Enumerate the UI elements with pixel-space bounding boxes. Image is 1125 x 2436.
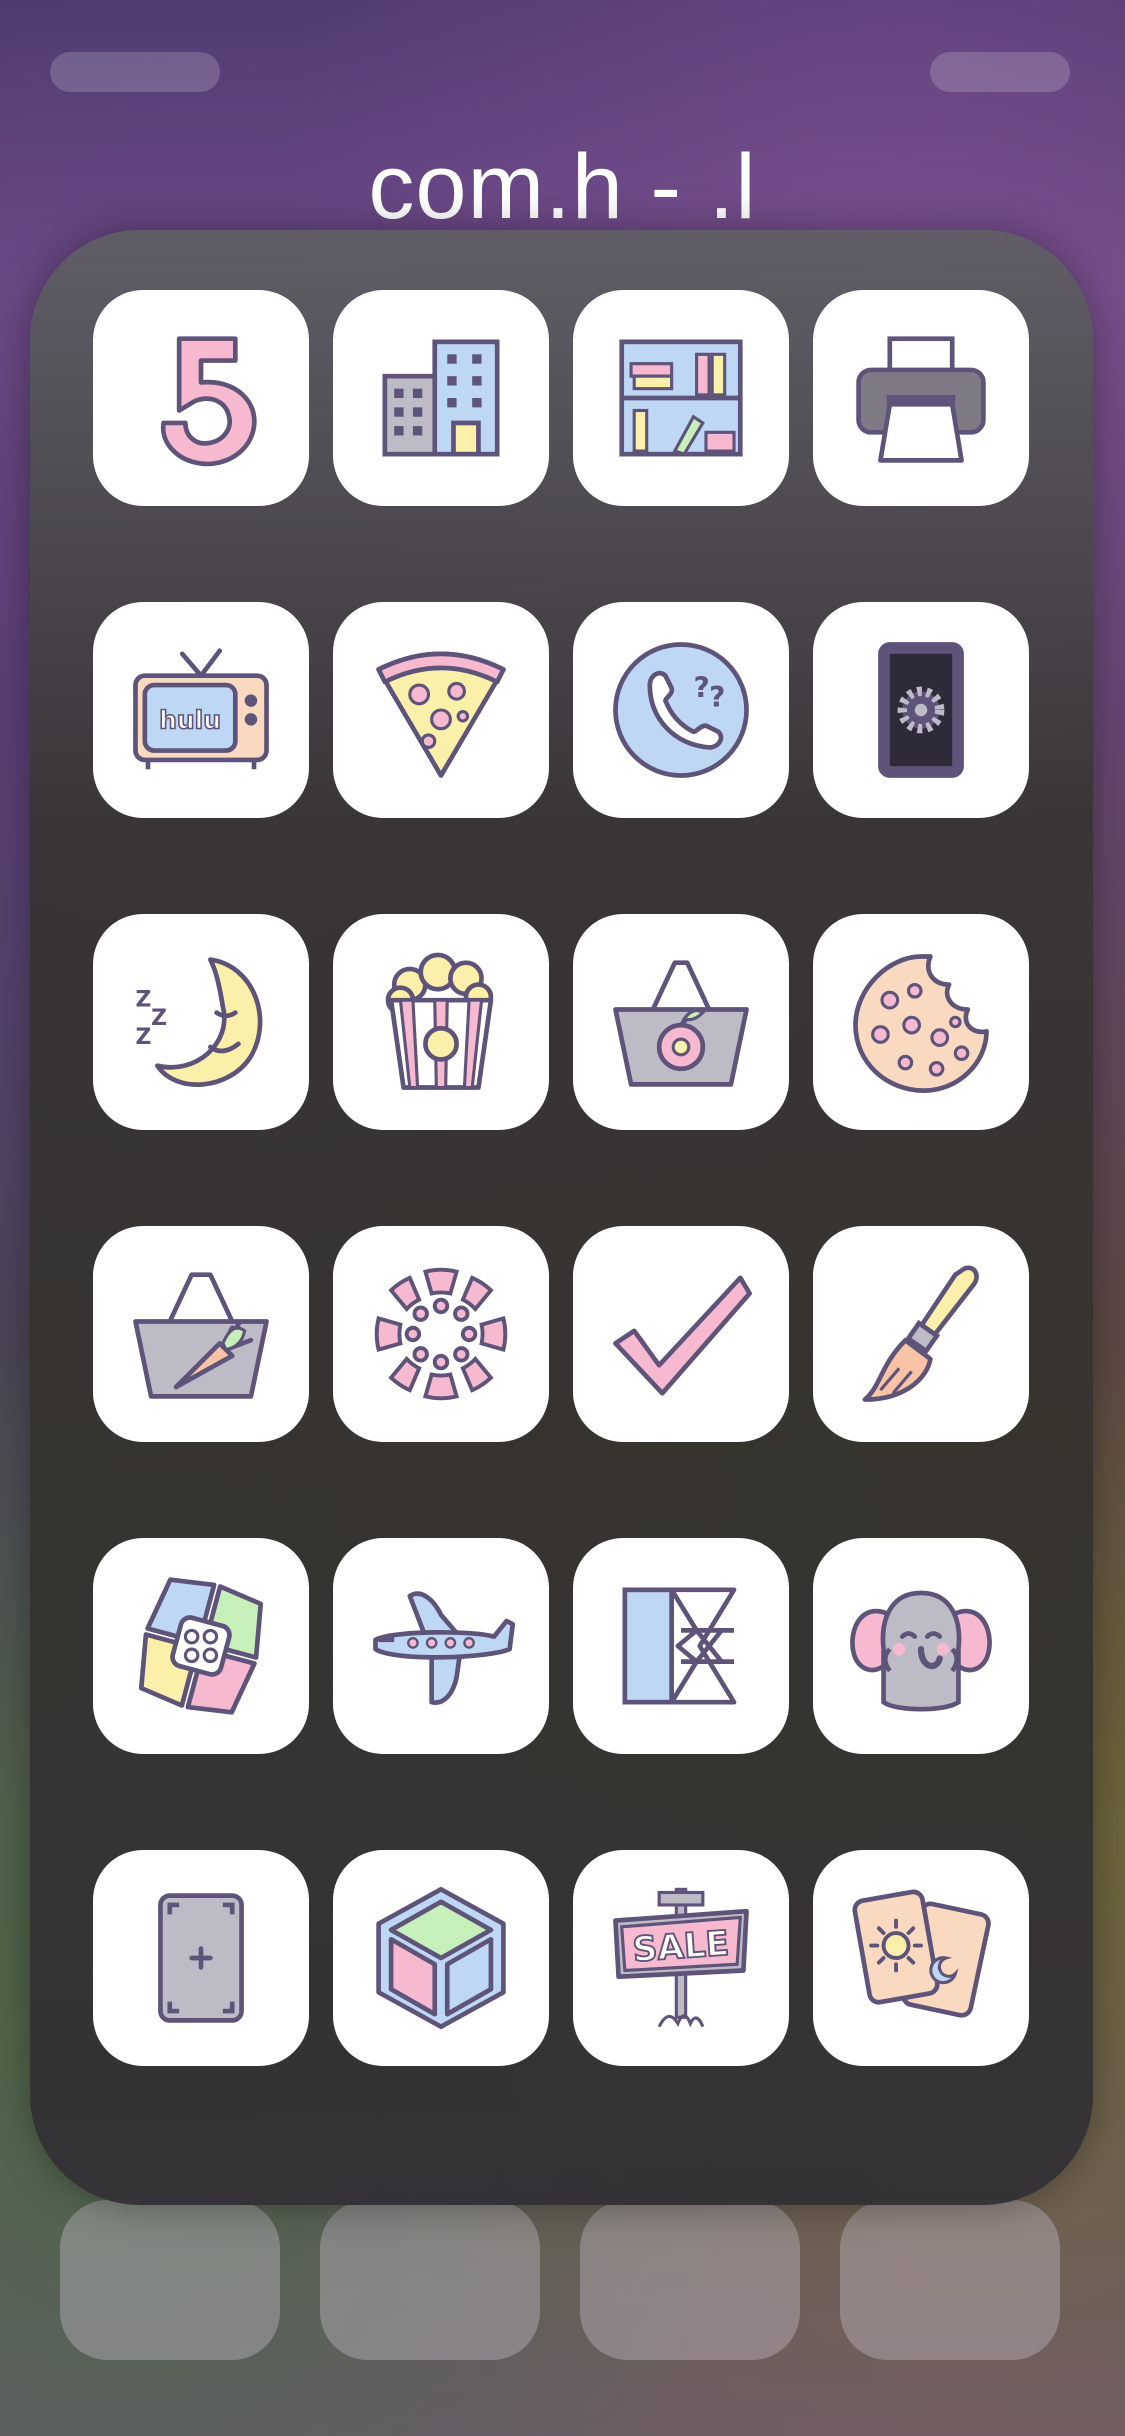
app-elephant[interactable] bbox=[813, 1538, 1029, 1754]
popcorn-icon bbox=[385, 952, 494, 1090]
checkmark-icon bbox=[613, 1275, 752, 1396]
app-number-five[interactable] bbox=[93, 290, 309, 506]
app-tarot-cards[interactable] bbox=[813, 1850, 1029, 2066]
hulu-tv-icon: hulu bbox=[133, 648, 269, 770]
number-five-icon bbox=[160, 336, 257, 467]
basket-apple-icon bbox=[613, 960, 749, 1087]
app-cube[interactable] bbox=[333, 1850, 549, 2066]
expressvpn-icon bbox=[622, 1587, 737, 1705]
app-canvas-ring[interactable] bbox=[333, 1226, 549, 1442]
svg-text:Z: Z bbox=[135, 987, 151, 1012]
app-pizza[interactable] bbox=[333, 602, 549, 818]
app-airplane[interactable] bbox=[333, 1538, 549, 1754]
elephant-icon bbox=[850, 1590, 992, 1712]
dock-app-ghost bbox=[580, 2200, 800, 2360]
app-pinwheel[interactable] bbox=[93, 1538, 309, 1754]
pinwheel-icon bbox=[138, 1577, 264, 1715]
app-paintbrush[interactable] bbox=[813, 1226, 1029, 1442]
card-plus-icon bbox=[158, 1893, 244, 2023]
dock-app-ghost bbox=[320, 2200, 540, 2360]
airplane-icon bbox=[373, 1591, 516, 1705]
app-expressvpn[interactable] bbox=[573, 1538, 789, 1754]
smartphone-icon bbox=[878, 642, 964, 778]
svg-text:?: ? bbox=[693, 672, 709, 705]
phone-question-icon: ? ? bbox=[613, 642, 749, 778]
tarot-cards-icon bbox=[852, 1889, 991, 2018]
dock-app-ghost bbox=[60, 2200, 280, 2360]
svg-text:?: ? bbox=[709, 681, 725, 714]
printer-icon bbox=[856, 336, 986, 463]
hulu-label: hulu bbox=[159, 706, 221, 735]
cookie-icon bbox=[853, 954, 989, 1093]
paintbrush-icon bbox=[862, 1265, 979, 1402]
office-building-icon bbox=[382, 339, 500, 457]
app-phone-question[interactable]: ? ? bbox=[573, 602, 789, 818]
app-sale-sign[interactable]: SALE bbox=[573, 1850, 789, 2066]
bookshelf-icon bbox=[619, 339, 743, 457]
app-cookie[interactable] bbox=[813, 914, 1029, 1130]
app-hulu[interactable]: hulu bbox=[93, 602, 309, 818]
basket-carrot-icon bbox=[133, 1272, 269, 1399]
dock-app-ghost bbox=[840, 2200, 1060, 2360]
sleeping-moon-icon: Z Z Z bbox=[135, 957, 263, 1087]
app-basket-apple[interactable] bbox=[573, 914, 789, 1130]
app-office-building[interactable] bbox=[333, 290, 549, 506]
sale-label: SALE bbox=[631, 1924, 730, 1971]
app-card-plus[interactable] bbox=[93, 1850, 309, 2066]
app-smartphone[interactable] bbox=[813, 602, 1029, 818]
status-bar-indicators-blur bbox=[930, 52, 1070, 92]
app-printer[interactable] bbox=[813, 290, 1029, 506]
app-checkmark[interactable] bbox=[573, 1226, 789, 1442]
app-grid: hulu ? ? Z Z Z SALE bbox=[93, 290, 1029, 2066]
canvas-ring-icon bbox=[374, 1267, 508, 1401]
status-bar-time-blur bbox=[50, 52, 220, 92]
app-bookshelf[interactable] bbox=[573, 290, 789, 506]
sale-sign-icon: SALE bbox=[613, 1887, 749, 2028]
app-basket-carrot[interactable] bbox=[93, 1226, 309, 1442]
folder-title[interactable]: com.h - .l bbox=[0, 132, 1125, 242]
pizza-slice-icon bbox=[376, 651, 506, 778]
cube-icon bbox=[376, 1887, 506, 2029]
app-popcorn[interactable] bbox=[333, 914, 549, 1130]
app-sleeping-moon[interactable]: Z Z Z bbox=[93, 914, 309, 1130]
svg-text:Z: Z bbox=[151, 1006, 167, 1031]
svg-text:Z: Z bbox=[135, 1025, 151, 1050]
